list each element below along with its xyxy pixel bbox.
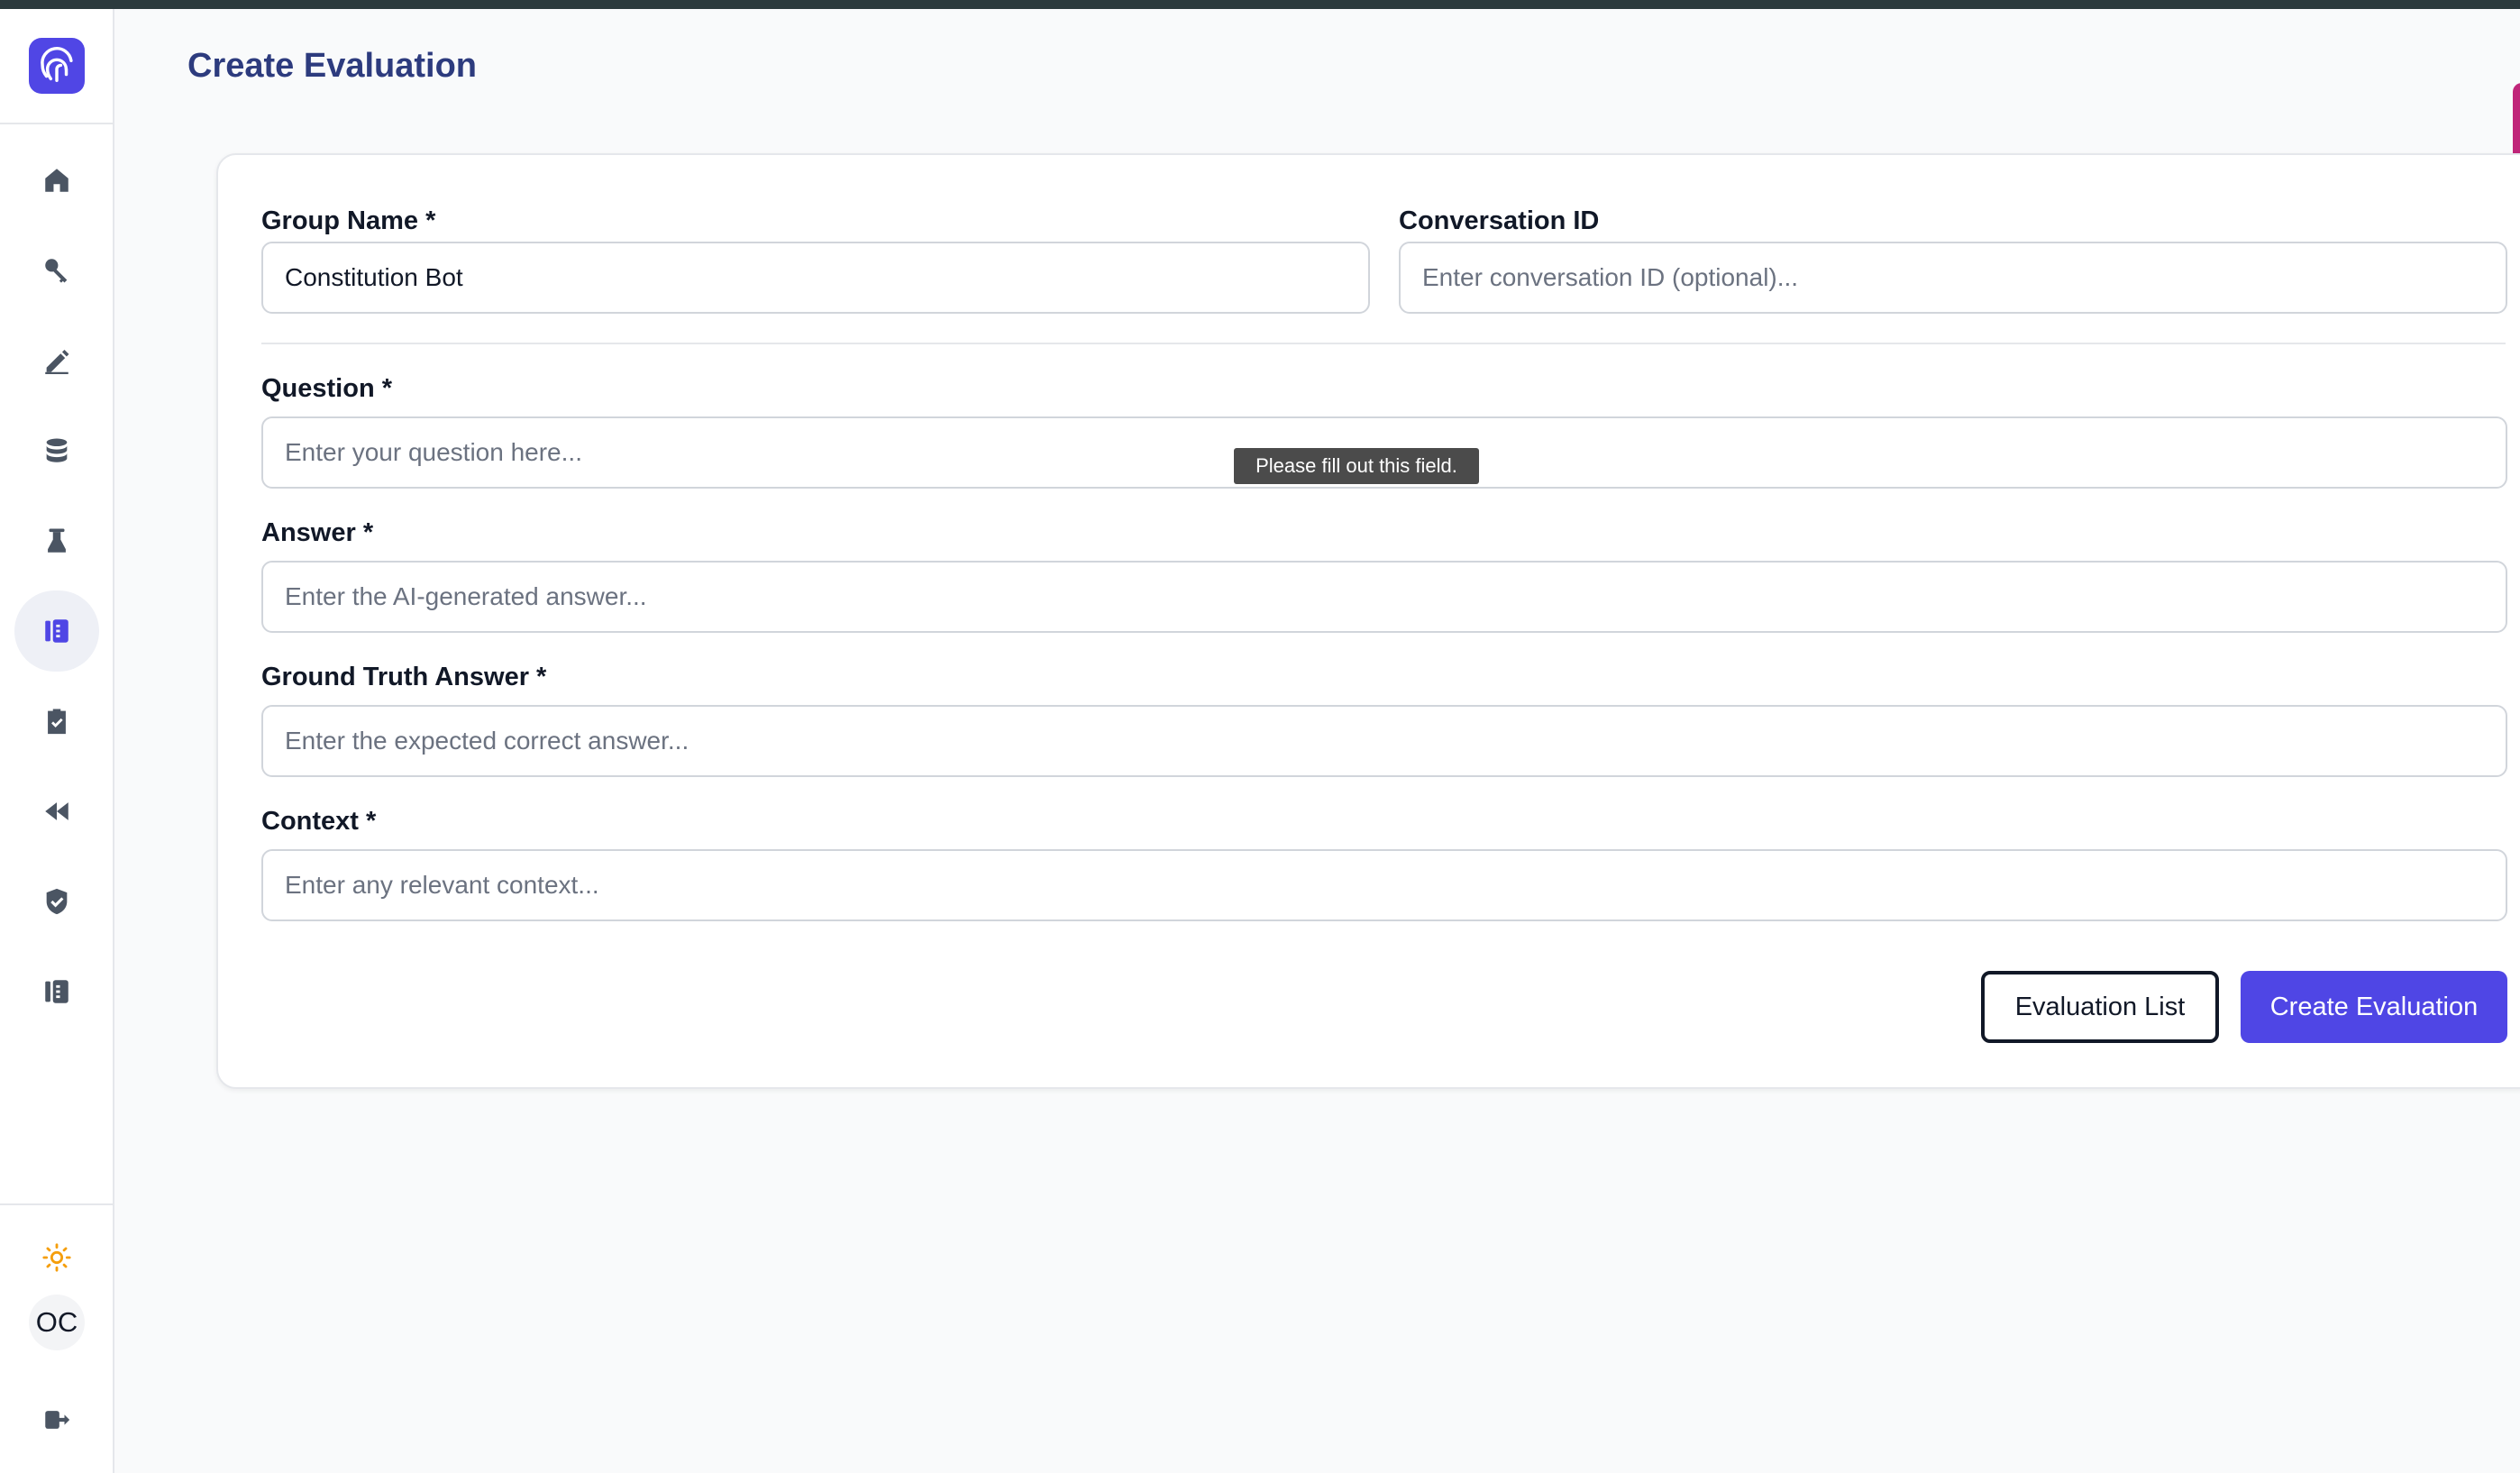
conversation-id-label: Conversation ID — [1399, 206, 1600, 235]
nav-evaluations[interactable] — [14, 590, 99, 672]
nav-home[interactable] — [14, 140, 99, 221]
side-feedback-tab[interactable] — [2513, 83, 2520, 162]
context-label: Context * — [261, 807, 377, 836]
nav-tasks[interactable] — [14, 681, 99, 762]
ground-truth-label: Ground Truth Answer * — [261, 663, 547, 691]
evaluation-icon — [45, 619, 68, 643]
nav-keys[interactable] — [14, 230, 99, 311]
answer-input[interactable] — [261, 561, 2507, 633]
shield-check-icon — [46, 888, 68, 915]
home-icon — [45, 169, 68, 192]
sidebar-divider — [0, 1203, 113, 1205]
nav-database[interactable] — [14, 410, 99, 491]
pencil-icon — [45, 349, 69, 375]
window-top-bar — [0, 0, 2520, 9]
database-icon — [46, 438, 68, 462]
nav-rewind[interactable] — [14, 771, 99, 852]
nav-verified[interactable] — [14, 861, 99, 942]
nav-reports[interactable] — [14, 951, 99, 1032]
conversation-id-input[interactable] — [1399, 242, 2507, 314]
clipboard-check-icon — [48, 709, 66, 735]
logout-icon — [45, 1411, 70, 1429]
beaker-icon — [48, 528, 66, 553]
page-title: Create Evaluation — [187, 47, 477, 85]
avatar[interactable]: OC — [29, 1295, 85, 1350]
theme-toggle[interactable] — [14, 1217, 99, 1298]
nav-lab[interactable] — [14, 500, 99, 581]
nav-edit[interactable] — [14, 320, 99, 401]
group-name-input[interactable] — [261, 242, 1370, 314]
ground-truth-input[interactable] — [261, 705, 2507, 777]
answer-label: Answer * — [261, 518, 374, 547]
context-input[interactable] — [261, 849, 2507, 921]
logo-area — [0, 9, 113, 124]
key-icon — [45, 259, 68, 283]
create-evaluation-button[interactable]: Create Evaluation — [2241, 971, 2507, 1043]
sidebar: OC — [0, 9, 114, 1473]
report-icon — [45, 980, 68, 1003]
sun-icon — [42, 1243, 71, 1272]
form-divider — [261, 343, 2506, 344]
rewind-icon — [45, 802, 68, 820]
validation-tooltip: Please fill out this field. — [1234, 448, 1479, 484]
question-label: Question * — [261, 374, 393, 403]
group-name-label: Group Name * — [261, 206, 436, 235]
fingerprint-logo-icon[interactable] — [29, 38, 85, 94]
evaluation-list-button[interactable]: Evaluation List — [1981, 971, 2219, 1043]
logout-button[interactable] — [14, 1379, 99, 1460]
